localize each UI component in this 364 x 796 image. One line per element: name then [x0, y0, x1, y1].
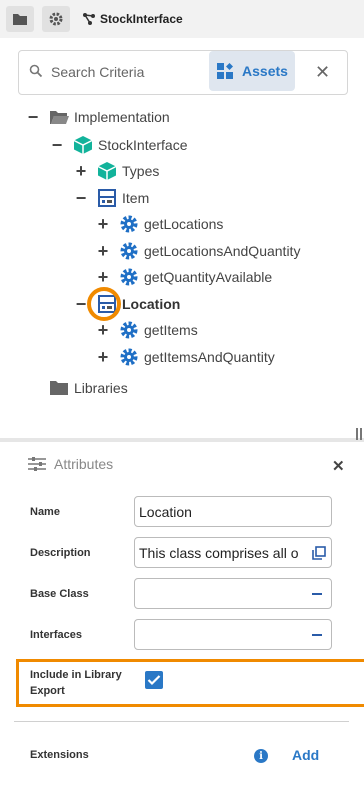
tree-label: Types [122, 163, 160, 179]
tree-node-implementation[interactable]: − Implementation [26, 106, 170, 128]
description-value: This class comprises all o [139, 545, 299, 561]
active-tab[interactable]: StockInterface [82, 9, 183, 29]
collapse-icon[interactable]: − [74, 189, 88, 207]
name-field[interactable]: Location [134, 496, 332, 527]
hierarchy-icon [83, 13, 95, 25]
collapse-icon[interactable]: − [50, 136, 64, 154]
tree-node-stockinterface[interactable]: − StockInterface [50, 134, 188, 156]
divider [14, 721, 349, 722]
add-extension-link[interactable]: Add [292, 747, 319, 763]
base-class-label: Base Class [30, 588, 89, 600]
search-icon [29, 64, 43, 78]
settings-tab-button[interactable] [42, 6, 70, 32]
folder-icon [13, 14, 27, 25]
highlight-box [16, 659, 364, 707]
tree-label: Libraries [74, 380, 128, 396]
expand-icon[interactable]: + [96, 321, 110, 339]
interfaces-label: Interfaces [30, 629, 82, 641]
operation-gear-icon [119, 214, 139, 234]
tree-node-getlocationsandquantity[interactable]: + getLocationsAndQuantity [96, 240, 301, 262]
tree-label-selected: Location [122, 296, 181, 312]
operation-gear-icon [119, 347, 139, 367]
tree-panel: Search Criteria Assets ✕ − Implementatio… [6, 38, 358, 438]
assets-label: Assets [242, 63, 288, 79]
tree-node-item[interactable]: − Item [74, 187, 149, 209]
expand-icon[interactable]: + [96, 242, 110, 260]
search-input[interactable]: Search Criteria [51, 64, 144, 80]
operation-gear-icon [119, 241, 139, 261]
package-icon [97, 161, 117, 181]
name-label: Name [30, 506, 60, 518]
folder-tab-button[interactable] [6, 6, 34, 32]
class-icon [97, 188, 117, 208]
check-icon [147, 675, 161, 686]
assets-button[interactable]: Assets [209, 51, 295, 91]
tree-label: getItemsAndQuantity [144, 349, 275, 365]
minus-icon[interactable] [312, 593, 322, 595]
attributes-header: Attributes [28, 456, 113, 472]
package-icon [73, 135, 93, 155]
minus-icon[interactable] [312, 634, 322, 636]
highlight-circle [87, 287, 121, 321]
resize-grip-icon[interactable] [356, 428, 362, 440]
sliders-icon [28, 457, 46, 471]
tree-node-getquantityavailable[interactable]: + getQuantityAvailable [96, 266, 272, 288]
interfaces-field[interactable] [134, 619, 332, 650]
close-icon[interactable]: ✕ [315, 63, 330, 81]
tab-title: StockInterface [100, 12, 183, 26]
extensions-label: Extensions [30, 749, 89, 761]
expand-icon[interactable]: + [74, 162, 88, 180]
name-value: Location [139, 504, 192, 520]
expand-icon[interactable]: + [96, 268, 110, 286]
assets-icon [217, 63, 234, 79]
panel-splitter[interactable] [0, 438, 364, 442]
include-label-line1: Include in Library [30, 669, 122, 681]
expand-icon[interactable]: + [96, 215, 110, 233]
folder-open-icon [49, 107, 69, 127]
close-attributes-icon[interactable]: ✕ [332, 457, 345, 475]
include-label-line2: Export [30, 685, 65, 697]
attributes-title: Attributes [54, 456, 114, 472]
tree-label: Item [122, 190, 150, 206]
tree-node-getitems[interactable]: + getItems [96, 319, 198, 341]
tree-node-libraries[interactable]: Libraries [26, 377, 128, 399]
tree-node-getlocations[interactable]: + getLocations [96, 213, 224, 235]
operation-gear-icon [119, 320, 139, 340]
tree-node-getitemsandquantity[interactable]: + getItemsAndQuantity [96, 346, 275, 368]
tree-label: StockInterface [98, 137, 188, 153]
gear-icon [49, 12, 63, 26]
description-label: Description [30, 547, 91, 559]
tree-label: getLocations [144, 216, 224, 232]
info-icon[interactable]: i [254, 749, 268, 763]
tree-label: Implementation [74, 109, 170, 125]
base-class-field[interactable] [134, 578, 332, 609]
tab-bar: StockInterface [0, 0, 364, 38]
collapse-icon[interactable]: − [26, 108, 40, 126]
operation-gear-icon [119, 267, 139, 287]
expand-editor-icon[interactable] [312, 546, 326, 560]
tree-node-types[interactable]: + Types [74, 160, 159, 182]
tree-label: getLocationsAndQuantity [144, 243, 301, 259]
tree-label: getItems [144, 322, 198, 338]
search-bar: Search Criteria Assets ✕ [18, 50, 348, 95]
include-in-library-export-checkbox[interactable] [145, 671, 163, 689]
description-field[interactable]: This class comprises all o [134, 537, 332, 568]
folder-icon [49, 378, 69, 398]
tree-label: getQuantityAvailable [144, 269, 273, 285]
expand-icon[interactable]: + [96, 348, 110, 366]
collapse-icon[interactable]: − [74, 295, 88, 313]
